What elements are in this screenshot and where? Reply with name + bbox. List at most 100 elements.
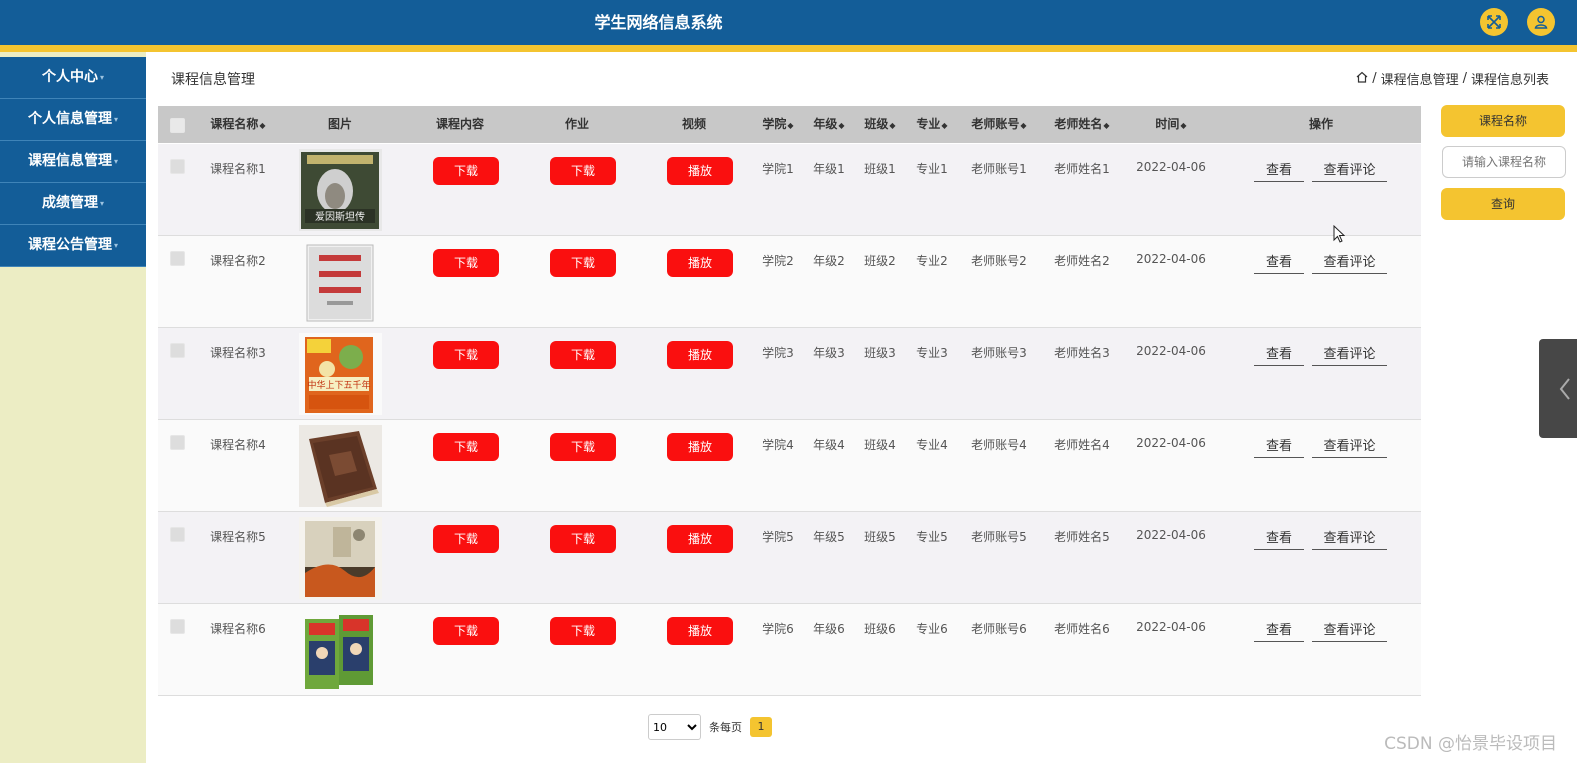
view-button[interactable]: 查看 <box>1254 527 1304 550</box>
page-size-select[interactable]: 10 <box>648 714 701 740</box>
teacher-name-cell: 老师姓名3 <box>1054 346 1110 360</box>
search-input[interactable] <box>1442 146 1566 178</box>
sort-icon[interactable]: ◆ <box>787 121 793 130</box>
column-label: 班级 <box>864 117 889 131</box>
download-content-button[interactable]: 下载 <box>433 525 499 553</box>
sidebar-item-personal-center[interactable]: 个人中心 ▾ <box>0 57 146 99</box>
teacher-account-cell: 老师账号2 <box>971 254 1027 268</box>
download-content-button[interactable]: 下载 <box>433 433 499 461</box>
sidebar-item-course-notice[interactable]: 课程公告管理 ▾ <box>0 225 146 267</box>
download-homework-button[interactable]: 下载 <box>550 617 616 645</box>
column-label: 专业 <box>916 117 941 131</box>
view-comments-button[interactable]: 查看评论 <box>1312 159 1387 182</box>
grade-cell: 年级5 <box>813 530 845 544</box>
column-header-teacher-name[interactable]: 老师姓名◆ <box>1054 106 1109 143</box>
download-homework-button[interactable]: 下载 <box>550 433 616 461</box>
page-number-button[interactable]: 1 <box>750 717 772 737</box>
play-video-button[interactable]: 播放 <box>667 617 733 645</box>
class-cell: 班级3 <box>864 346 896 360</box>
column-header-class[interactable]: 班级◆ <box>864 106 895 143</box>
row-checkbox[interactable] <box>170 251 185 266</box>
download-homework-button[interactable]: 下载 <box>550 157 616 185</box>
view-comments-button[interactable]: 查看评论 <box>1312 251 1387 274</box>
sidebar-item-course-info[interactable]: 课程信息管理 ▾ <box>0 141 146 183</box>
download-content-button[interactable]: 下载 <box>433 617 499 645</box>
sort-icon[interactable]: ◆ <box>1180 121 1186 130</box>
select-all-checkbox[interactable] <box>170 118 185 133</box>
college-cell: 学院5 <box>762 530 794 544</box>
course-name: 课程名称5 <box>210 530 266 544</box>
row-checkbox[interactable] <box>170 159 185 174</box>
row-checkbox[interactable] <box>170 435 185 450</box>
play-video-button[interactable]: 播放 <box>667 157 733 185</box>
sort-icon[interactable]: ◆ <box>889 121 895 130</box>
side-drawer-handle[interactable] <box>1539 339 1577 438</box>
column-label: 老师账号 <box>971 117 1020 131</box>
sidebar: 个人中心 ▾ 个人信息管理 ▾ 课程信息管理 ▾ 成绩管理 ▾ 课程公告管理 ▾ <box>0 52 146 763</box>
column-header-time[interactable]: 时间◆ <box>1155 106 1186 143</box>
view-comments-button[interactable]: 查看评论 <box>1312 619 1387 642</box>
play-video-button[interactable]: 播放 <box>667 341 733 369</box>
chevron-down-icon: ▾ <box>113 157 118 166</box>
view-comments-button[interactable]: 查看评论 <box>1312 527 1387 550</box>
sort-icon[interactable]: ◆ <box>941 121 947 130</box>
teacher-name-cell: 老师姓名6 <box>1054 622 1110 636</box>
column-header-grade[interactable]: 年级◆ <box>813 106 844 143</box>
book-cover-text: 中华上下五千年 <box>307 379 370 391</box>
column-header-teacher-account[interactable]: 老师账号◆ <box>971 106 1026 143</box>
download-content-button[interactable]: 下载 <box>433 341 499 369</box>
download-homework-button[interactable]: 下载 <box>550 525 616 553</box>
major-cell: 专业6 <box>916 622 948 636</box>
sort-icon[interactable]: ◆ <box>1103 121 1109 130</box>
view-comments-button[interactable]: 查看评论 <box>1312 343 1387 366</box>
watermark: CSDN @怡景毕设项目 <box>1384 734 1557 754</box>
college-cell: 学院4 <box>762 438 794 452</box>
chevron-down-icon: ▾ <box>99 73 104 82</box>
column-header-major[interactable]: 专业◆ <box>916 106 947 143</box>
teacher-account-cell: 老师账号1 <box>971 162 1027 176</box>
view-button[interactable]: 查看 <box>1254 619 1304 642</box>
view-comments-button[interactable]: 查看评论 <box>1312 435 1387 458</box>
course-image <box>299 425 382 507</box>
sort-icon[interactable]: ◆ <box>838 121 844 130</box>
download-homework-button[interactable]: 下载 <box>550 249 616 277</box>
download-content-button[interactable]: 下载 <box>433 249 499 277</box>
download-content-button[interactable]: 下载 <box>433 157 499 185</box>
play-video-button[interactable]: 播放 <box>667 249 733 277</box>
play-video-button[interactable]: 播放 <box>667 525 733 553</box>
sort-icon[interactable]: ◆ <box>1020 121 1026 130</box>
course-image <box>299 241 382 323</box>
row-checkbox[interactable] <box>170 527 185 542</box>
play-video-button[interactable]: 播放 <box>667 433 733 461</box>
column-label: 学院 <box>762 117 787 131</box>
chevron-down-icon: ▾ <box>113 115 118 124</box>
pagination: 10 条每页 1 <box>648 714 772 740</box>
major-cell: 专业5 <box>916 530 948 544</box>
top-bar: 学生网络信息系统 <box>0 0 1577 45</box>
class-cell: 班级1 <box>864 162 896 176</box>
column-header-college[interactable]: 学院◆ <box>762 106 793 143</box>
column-header-content: 课程内容 <box>435 117 485 131</box>
teacher-name-cell: 老师姓名5 <box>1054 530 1110 544</box>
view-button[interactable]: 查看 <box>1254 343 1304 366</box>
course-name: 课程名称2 <box>210 254 266 268</box>
row-checkbox[interactable] <box>170 343 185 358</box>
home-icon[interactable] <box>1356 71 1368 87</box>
view-button[interactable]: 查看 <box>1254 159 1304 182</box>
time-cell: 2022-04-06 <box>1136 528 1206 542</box>
sidebar-item-personal-info[interactable]: 个人信息管理 ▾ <box>0 99 146 141</box>
fullscreen-icon[interactable] <box>1480 8 1508 36</box>
user-icon[interactable] <box>1527 8 1555 36</box>
row-checkbox[interactable] <box>170 619 185 634</box>
breadcrumb-level1[interactable]: 课程信息管理 <box>1381 69 1459 88</box>
view-button[interactable]: 查看 <box>1254 251 1304 274</box>
view-button[interactable]: 查看 <box>1254 435 1304 458</box>
grade-cell: 年级3 <box>813 346 845 360</box>
search-button[interactable]: 查询 <box>1441 188 1565 220</box>
column-header-name[interactable]: 课程名称◆ <box>210 106 265 143</box>
breadcrumb: / 课程信息管理 / 课程信息列表 <box>1356 69 1549 88</box>
sidebar-item-grades[interactable]: 成绩管理 ▾ <box>0 183 146 225</box>
sort-icon[interactable]: ◆ <box>259 121 265 130</box>
download-homework-button[interactable]: 下载 <box>550 341 616 369</box>
college-cell: 学院2 <box>762 254 794 268</box>
